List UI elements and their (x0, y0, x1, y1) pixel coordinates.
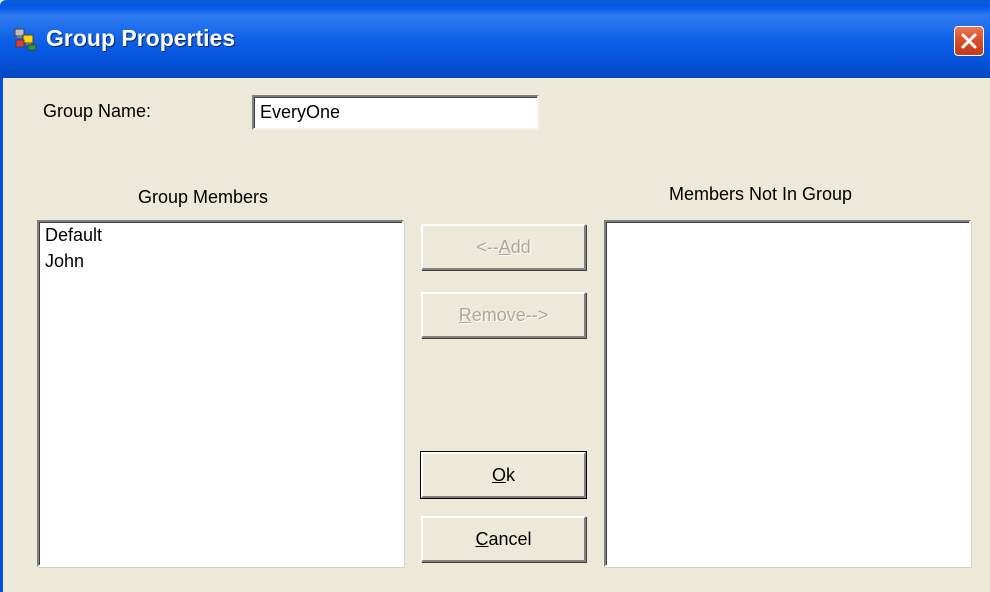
members-not-in-group-header: Members Not In Group (669, 184, 853, 204)
remove-button-accel: R (458, 304, 472, 325)
cancel-button-accel: C (475, 528, 489, 549)
remove-button-rest: emove--> (471, 304, 549, 325)
remove-button[interactable]: Remove--> (421, 292, 586, 338)
cancel-button-rest: ancel (488, 528, 532, 549)
ok-button-accel: O (491, 464, 506, 485)
group-members-list[interactable]: Default John (37, 220, 404, 567)
group-name-field[interactable] (252, 95, 539, 130)
window-title: Group Properties (46, 25, 236, 51)
ok-button-rest: k (506, 464, 515, 485)
add-button-rest: dd (510, 236, 531, 257)
list-item[interactable]: Default (39, 222, 402, 248)
groups-app-icon (14, 27, 38, 51)
group-members-header: Group Members (138, 187, 269, 207)
cancel-button[interactable]: Cancel (421, 516, 586, 562)
ok-button[interactable]: Ok (420, 451, 587, 499)
members-not-in-group-list[interactable] (604, 220, 971, 567)
title-bar[interactable]: Group Properties (0, 0, 990, 78)
add-button-accel: A (498, 236, 511, 257)
add-button[interactable]: <-- Add (421, 224, 586, 270)
add-button-prefix: <-- (476, 236, 499, 257)
group-name-label: Group Name: (43, 101, 152, 121)
window-frame-edge (0, 78, 3, 592)
close-button[interactable] (954, 26, 984, 56)
group-properties-dialog: Group Properties Group Name: Group Membe… (0, 0, 990, 592)
list-item[interactable]: John (39, 248, 402, 274)
